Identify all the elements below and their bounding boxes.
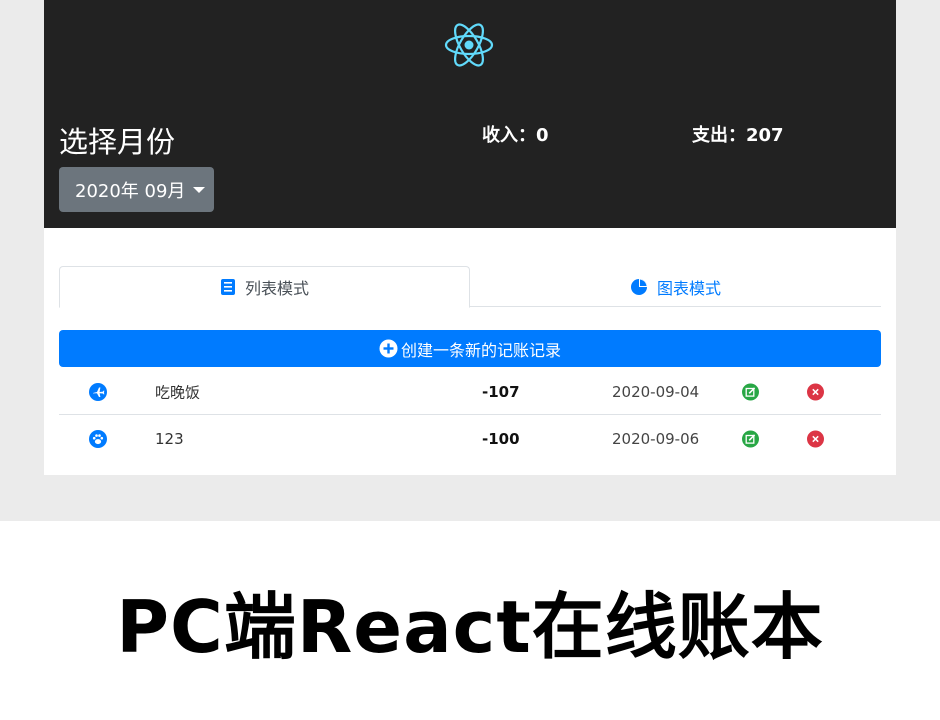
react-logo-icon: [444, 23, 494, 67]
tab-chart-mode[interactable]: 图表模式: [470, 266, 881, 307]
tab-chart-label: 图表模式: [656, 278, 721, 298]
record-title: 吃晚饭: [155, 383, 201, 401]
delete-icon[interactable]: [807, 383, 824, 400]
edit-icon[interactable]: [742, 430, 759, 448]
tab-list-mode[interactable]: 列表模式: [59, 266, 470, 308]
app-header: 选择月份 2020年 09月 收入：0 支出：207: [44, 0, 896, 228]
income-total: 收入：0: [482, 122, 549, 150]
month-dropdown-button[interactable]: 2020年 09月: [59, 167, 214, 212]
expense-total: 支出：207: [692, 122, 784, 150]
expense-label: 支出：: [692, 125, 746, 146]
promo-banner-title: PC端React在线账本: [116, 585, 824, 669]
record-date: 2020-09-04: [612, 382, 700, 401]
record-row: 吃晚饭 -107 2020-09-04: [59, 369, 881, 415]
month-dropdown-label: 2020年 09月: [75, 180, 186, 202]
tab-list-label: 列表模式: [244, 279, 309, 298]
view-mode-tabs: 列表模式 图表模式: [59, 266, 881, 308]
caret-down-icon: [193, 186, 206, 193]
app-container: 选择月份 2020年 09月 收入：0 支出：207 列表模式 图表模式 创建一…: [44, 0, 896, 475]
record-title: 123: [155, 430, 184, 448]
record-amount: -107: [482, 382, 520, 401]
plus-circle-icon: [379, 339, 398, 358]
record-date: 2020-09-06: [612, 430, 700, 448]
pie-chart-icon: [630, 278, 648, 296]
create-record-button[interactable]: 创建一条新的记账记录: [59, 330, 881, 367]
month-picker-title: 选择月份: [59, 125, 176, 159]
edit-icon[interactable]: [742, 383, 759, 400]
airplane-icon: [89, 382, 107, 401]
expense-value: 207: [746, 125, 784, 146]
delete-icon[interactable]: [807, 430, 824, 448]
income-label: 收入：: [482, 125, 536, 146]
income-value: 0: [536, 125, 549, 146]
record-row: 123 -100 2020-09-06: [59, 416, 881, 462]
record-amount: -100: [482, 430, 520, 448]
paw-icon: [89, 430, 107, 448]
create-record-label: 创建一条新的记账记录: [400, 340, 561, 360]
list-icon: [220, 278, 236, 296]
